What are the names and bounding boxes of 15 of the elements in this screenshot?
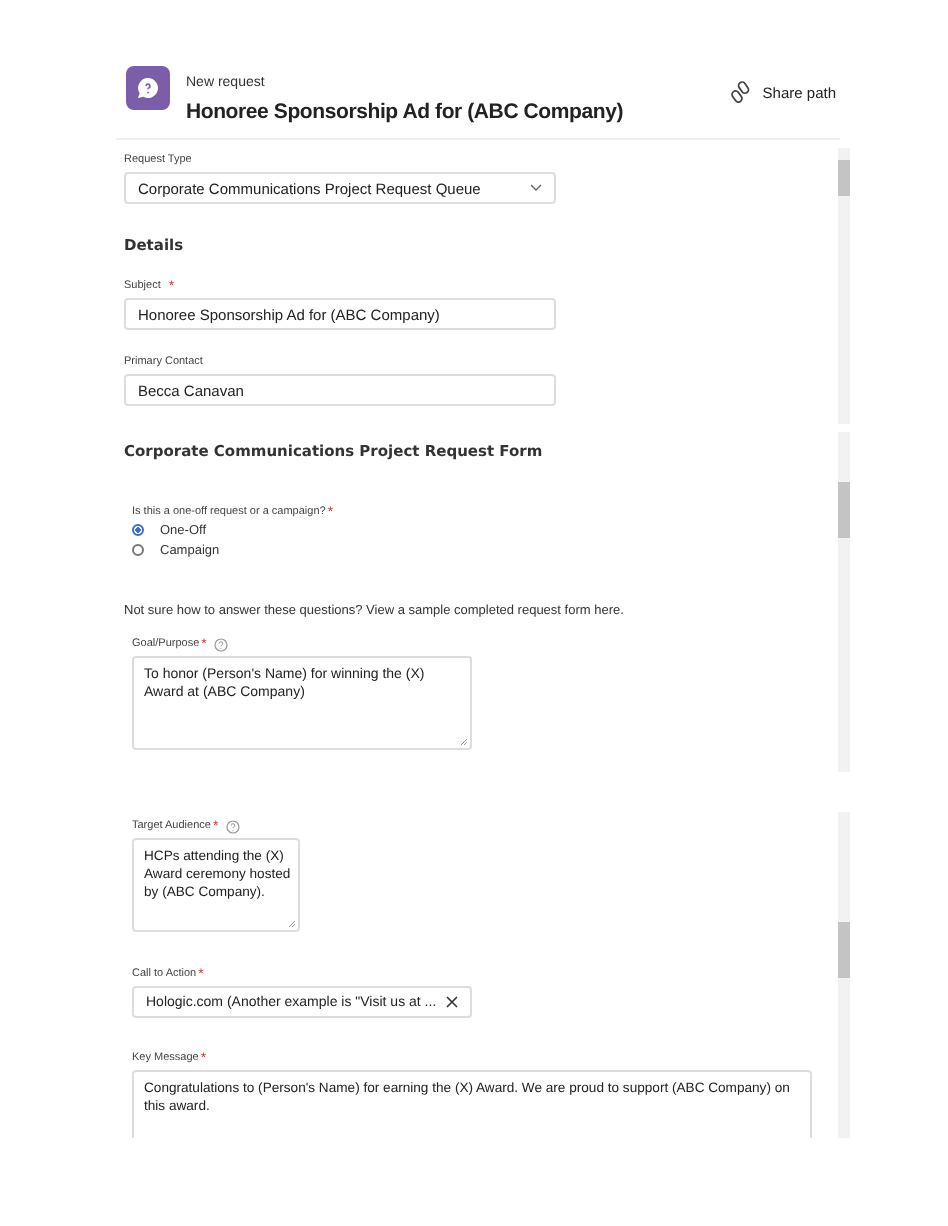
close-icon bbox=[446, 996, 458, 1008]
resize-grip-icon bbox=[460, 738, 468, 746]
scrollbar-thumb[interactable] bbox=[838, 482, 850, 538]
scrollbar-thumb[interactable] bbox=[838, 160, 850, 196]
request-title: Honoree Sponsorship Ad for (ABC Company) bbox=[186, 100, 624, 124]
chat-bubble-icon bbox=[136, 76, 160, 100]
link-icon bbox=[730, 80, 751, 104]
scrollbar[interactable] bbox=[838, 148, 850, 424]
scrollbar[interactable] bbox=[838, 432, 850, 772]
scrollbar-thumb[interactable] bbox=[838, 922, 850, 978]
chevron-down-icon bbox=[530, 184, 542, 192]
scrollbar[interactable] bbox=[838, 812, 850, 1138]
radio-button[interactable] bbox=[132, 524, 144, 536]
resize-grip-icon bbox=[288, 920, 296, 928]
radio-button[interactable] bbox=[132, 544, 144, 556]
